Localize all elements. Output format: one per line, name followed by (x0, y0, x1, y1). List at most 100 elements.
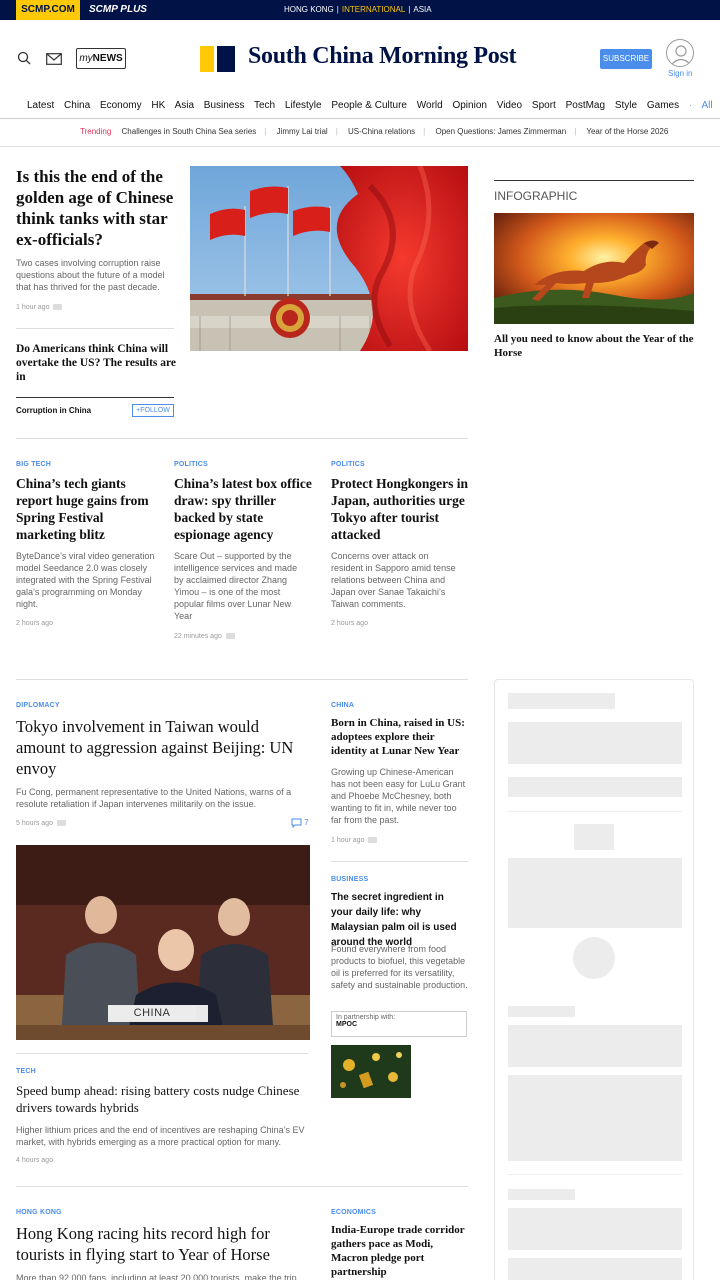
nav-item-latest[interactable]: Latest (27, 100, 54, 111)
scmp-home-link[interactable]: SCMP.COM (16, 0, 80, 20)
nav-divider (0, 118, 720, 119)
nav-item-games[interactable]: Games (647, 100, 679, 111)
infographic-label[interactable]: INFOGRAPHIC (494, 189, 577, 203)
article-timestamp: 22 minutes ago (174, 633, 235, 640)
ad-placeholder-panel (494, 679, 694, 1280)
infographic-headline[interactable]: All you need to know about the Year of t… (494, 332, 694, 360)
nav-item-economy[interactable]: Economy (100, 100, 142, 111)
nav-item-china[interactable]: China (64, 100, 90, 111)
china-time-text: 1 hour ago (331, 837, 365, 844)
sign-in-link[interactable]: Sign in (668, 69, 692, 78)
follow-button[interactable]: +FOLLOW (132, 404, 174, 417)
trending-item[interactable]: US-China relations (348, 127, 415, 136)
section-tag[interactable]: ECONOMICS (331, 1209, 376, 1216)
article-headline[interactable]: Protect Hongkongers in Japan, authoritie… (331, 475, 468, 543)
topic-label[interactable]: Corruption in China (16, 406, 91, 415)
hk-headline[interactable]: Hong Kong racing hits record high for to… (16, 1223, 308, 1265)
nav-item-world[interactable]: World (417, 100, 443, 111)
lead-image[interactable] (190, 166, 468, 351)
nav-item-asia[interactable]: Asia (175, 100, 194, 111)
business-headline[interactable]: The secret ingredient in your daily life… (331, 890, 468, 950)
trending-item[interactable]: Year of the Horse 2026 (586, 127, 668, 136)
nav-item-business[interactable]: Business (204, 100, 245, 111)
edition-international[interactable]: INTERNATIONAL (342, 5, 405, 14)
section-tag[interactable]: HONG KONG (16, 1209, 62, 1216)
article-summary: Scare Out – supported by the intelligenc… (174, 551, 298, 621)
section-tag[interactable]: POLITICS (331, 461, 365, 468)
lead-headline[interactable]: Is this the end of the golden age of Chi… (16, 166, 181, 250)
skeleton-divider (508, 1174, 682, 1175)
nav-item-style[interactable]: Style (615, 100, 637, 111)
nav-item-video[interactable]: Video (497, 100, 522, 111)
video-icon (53, 304, 63, 311)
skeleton-line (508, 777, 682, 797)
partner-label: In partnership with: (336, 1014, 396, 1021)
partner-box[interactable]: In partnership with: MPOC (331, 1011, 467, 1037)
search-icon[interactable] (17, 51, 31, 70)
nav-item-opinion[interactable]: Opinion (452, 100, 486, 111)
nav-all-label: All (701, 100, 713, 111)
skeleton-block (508, 1025, 682, 1067)
skeleton-block (508, 858, 682, 928)
article-time-text: 22 minutes ago (174, 633, 222, 640)
tech-timestamp: 4 hours ago (16, 1157, 53, 1164)
nav-item-postmag[interactable]: PostMag (566, 100, 605, 111)
article-headline[interactable]: China’s latest box office draw: spy thri… (174, 475, 314, 543)
lead-divider (16, 328, 174, 329)
skeleton-line (508, 693, 615, 709)
business-summary: Found everywhere from food products to b… (331, 944, 468, 990)
trending-item[interactable]: Jimmy Lai trial (277, 127, 328, 136)
section-tag[interactable]: DIPLOMACY (16, 702, 60, 709)
subscribe-button[interactable]: SUBSCRIBE (600, 49, 652, 69)
article-summary: ByteDance’s viral video generation model… (16, 551, 155, 609)
partner-image[interactable] (331, 1045, 411, 1098)
section-tag[interactable]: TECH (16, 1068, 36, 1075)
section-tag[interactable]: POLITICS (174, 461, 208, 468)
scmp-plus-link[interactable]: SCMP PLUS (89, 0, 147, 20)
infographic-image[interactable] (494, 213, 694, 324)
article-summary: Concerns over attack on resident in Sapp… (331, 551, 456, 609)
article-timestamp: 2 hours ago (16, 620, 53, 627)
tech-headline[interactable]: Speed bump ahead: rising battery costs n… (16, 1082, 308, 1116)
diplomacy-summary: Fu Cong, permanent representative to the… (16, 787, 292, 809)
lead-related-headline[interactable]: Do Americans think China will overtake t… (16, 342, 178, 384)
edition-switcher: HONG KONG | INTERNATIONAL | ASIA (284, 5, 432, 14)
hk-summary: More than 92,000 fans, including at leas… (16, 1273, 297, 1280)
mail-icon[interactable] (46, 52, 62, 70)
edition-hong-kong[interactable]: HONG KONG (284, 5, 334, 14)
china-headline[interactable]: Born in China, raised in US: adoptees ex… (331, 716, 468, 758)
trending-item[interactable]: Open Questions: James Zimmerman (435, 127, 566, 136)
skeleton-block (574, 824, 614, 850)
nav-item-sport[interactable]: Sport (532, 100, 556, 111)
skeleton-block (508, 1258, 682, 1280)
section-tag[interactable]: BUSINESS (331, 876, 368, 883)
section-tag[interactable]: CHINA (331, 702, 354, 709)
edition-asia[interactable]: ASIA (413, 5, 431, 14)
diplomacy-headline[interactable]: Tokyo involvement in Taiwan would amount… (16, 716, 308, 779)
trending-divider (0, 146, 720, 147)
follow-label: FOLLOW (140, 407, 170, 414)
nav-item-hk[interactable]: HK (151, 100, 165, 111)
scmp-logo-icon[interactable] (200, 46, 236, 77)
china-summary: Growing up Chinese-American has not been… (331, 767, 466, 825)
topic-divider (16, 397, 174, 398)
lead-timestamp: 1 hour ago (16, 304, 63, 311)
mynews-button[interactable]: myNEWS (76, 48, 126, 69)
nav-item-lifestyle[interactable]: Lifestyle (285, 100, 322, 111)
article-headline[interactable]: China’s tech giants report huge gains fr… (16, 475, 156, 543)
top-bar: SCMP.COM SCMP PLUS HONG KONG | INTERNATION… (0, 0, 720, 20)
skeleton-line (508, 1006, 575, 1017)
nav-item-people-culture[interactable]: People & Culture (331, 100, 407, 111)
nav-item-tech[interactable]: Tech (254, 100, 275, 111)
tech-summary: Higher lithium prices and the end of inc… (16, 1125, 305, 1147)
site-logo-text[interactable]: South China Morning Post (248, 43, 517, 70)
nav-all-menu[interactable]: All (701, 100, 720, 111)
econ-headline[interactable]: India-Europe trade corridor gathers pace… (331, 1223, 468, 1279)
mynews-my: my (79, 53, 93, 64)
video-icon (368, 837, 378, 844)
trending-item[interactable]: Challenges in South China Sea series (122, 127, 257, 136)
user-avatar-icon[interactable] (666, 39, 694, 67)
section-tag[interactable]: BIG TECH (16, 461, 51, 468)
diplomacy-timestamp: 5 hours ago (16, 820, 66, 827)
comments-link[interactable]: 7 (291, 818, 309, 829)
